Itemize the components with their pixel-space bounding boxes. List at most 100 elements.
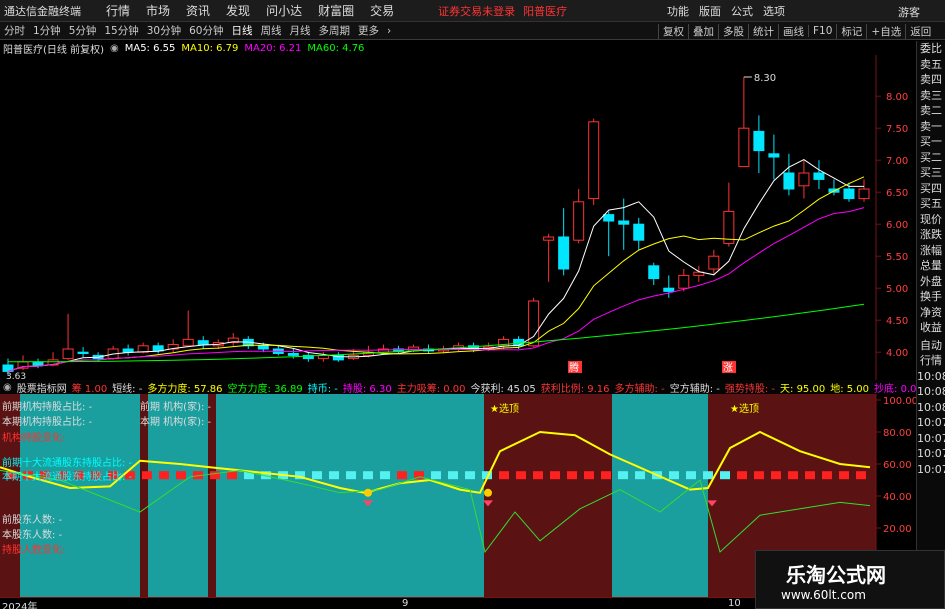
candle-body [588,121,600,200]
ind-profit-ratio: 获利比例: 9.16 [540,383,610,395]
fuquan-button[interactable]: 复权 [658,23,688,39]
side-item[interactable]: 买三 [917,165,945,181]
cur-top10-label: 本期十大流通股东持股占比: - [2,472,133,483]
candle-body [182,338,194,347]
biaoji-button[interactable]: 标记 [836,23,866,39]
candle-body [287,352,299,356]
candle-body [618,220,630,225]
indicator-name[interactable]: 股票指标网 [17,380,67,395]
period-15min[interactable]: 15分钟 [100,23,142,38]
menu-gongshi[interactable]: 公式 [731,3,753,19]
candle-body [558,236,570,270]
settings-icon[interactable]: ◉ [110,43,119,54]
candle-body [633,223,645,241]
quote-side-panel: 委比 卖五 卖四 卖三 卖二 卖一 买一 买二 买三 买四 买五 现价 涨跌 涨幅 总量 外盘 换手 净资 收益自动… [916,41,945,609]
ind-long-assist: 多方辅助: - [614,383,665,395]
side-item[interactable]: 外盘 [917,274,945,290]
signal-square [431,471,441,480]
side-item[interactable]: 卖三 [917,88,945,104]
side-item[interactable]: 买二 [917,150,945,166]
ind-tick-label: 60.00 [883,460,912,471]
signal-square [499,471,509,480]
guest-label[interactable]: 游客 [898,4,920,20]
candle-body [573,201,585,241]
signal-square [465,471,475,480]
f10-button[interactable]: F10 [808,25,836,37]
side-item[interactable]: 买四 [917,181,945,197]
side-item[interactable]: 收益 [917,320,945,336]
side-item[interactable]: 换手 [917,289,945,305]
side-item[interactable]: 卖一 [917,119,945,135]
side-item[interactable]: 10:08 [917,400,945,416]
signal-square [686,471,696,480]
side-item[interactable]: 买五 [917,196,945,212]
period-month[interactable]: 月线 [286,23,315,38]
ma60-value: MA60: 4.76 [307,42,365,54]
side-item[interactable]: 10:08 [917,384,945,400]
ind-tick-label: 20.00 [883,524,912,535]
login-alert[interactable]: 证券交易未登录 [438,3,515,19]
add-watchlist-button[interactable]: +自选 [866,23,905,39]
side-item[interactable]: 10:07 [917,431,945,447]
menu-item-wenxiaoda[interactable]: 问小达 [266,2,302,19]
candle-body [768,153,780,158]
chevron-right-icon[interactable]: › [383,25,395,37]
period-multi[interactable]: 多周期 [315,23,355,38]
side-item[interactable]: 卖四 [917,72,945,88]
back-button[interactable]: 返回 [905,23,935,39]
menu-item-faxian[interactable]: 发现 [226,2,250,19]
ind-main-absorb: 主力吸筹: 0.00 [396,383,466,395]
period-60min[interactable]: 60分钟 [185,23,227,38]
huaxian-button[interactable]: 画线 [778,23,808,39]
period-more[interactable]: 更多 [354,23,383,38]
menu-item-caifuquan[interactable]: 财富圈 [318,2,354,19]
price-tick-label: 6.50 [886,188,908,199]
diejia-button[interactable]: 叠加 [688,23,718,39]
side-item[interactable]: 净资 [917,305,945,321]
watermark-url: www.60lt.com [781,588,866,602]
side-item[interactable]: 10:08 [917,369,945,385]
bag-icon [364,488,372,497]
menu-item-zixun[interactable]: 资讯 [186,2,210,19]
side-item[interactable]: 买一 [917,134,945,150]
kline-chart[interactable]: 8.007.507.006.506.005.505.004.504.003.50… [0,55,916,380]
side-item[interactable]: 行情 [917,353,945,369]
side-item[interactable]: 10:07 [917,415,945,431]
duogu-button[interactable]: 多股 [718,23,748,39]
menu-item-jiaoyi[interactable]: 交易 [370,2,394,19]
signal-square [363,471,373,480]
side-item[interactable]: 自动 [917,338,945,354]
period-day[interactable]: 日线 [228,23,257,38]
period-30min[interactable]: 30分钟 [143,23,185,38]
signal-square [516,471,526,480]
candle-body [678,274,690,289]
period-5min[interactable]: 5分钟 [65,23,101,38]
signal-square [210,471,220,480]
side-item[interactable]: 总量 [917,258,945,274]
watermark: 乐淘公式网 www.60lt.com [755,550,945,609]
signal-square [635,471,645,480]
tongji-button[interactable]: 统计 [748,23,778,39]
side-item[interactable]: 10:07 [917,446,945,462]
price-tick-label: 5.00 [886,284,908,295]
period-1min[interactable]: 1分钟 [29,23,65,38]
settings-icon[interactable]: ◉ [3,382,12,393]
candle-body [843,188,855,200]
side-item[interactable]: 涨跌 [917,227,945,243]
menu-gongneng[interactable]: 功能 [667,3,689,19]
side-item[interactable]: 现价 [917,212,945,228]
menu-item-hangqing[interactable]: 行情 [106,2,130,19]
menu-banmian[interactable]: 版面 [699,3,721,19]
side-item[interactable]: 委比 [917,41,945,57]
ind-short-assist: 空方辅助: - [669,383,720,395]
side-item[interactable]: 10:07 [917,462,945,478]
menu-item-shichang[interactable]: 市场 [146,2,170,19]
menu-xuanxiang[interactable]: 选项 [763,3,785,19]
period-week[interactable]: 周线 [257,23,286,38]
period-fenshi[interactable]: 分时 [0,23,29,38]
side-item[interactable]: 卖五 [917,57,945,73]
side-item[interactable]: 卖二 [917,103,945,119]
candle-body [813,172,825,180]
cur-inst2-label: 本期 机构(家): - [140,417,212,428]
side-item[interactable]: 涨幅 [917,243,945,259]
